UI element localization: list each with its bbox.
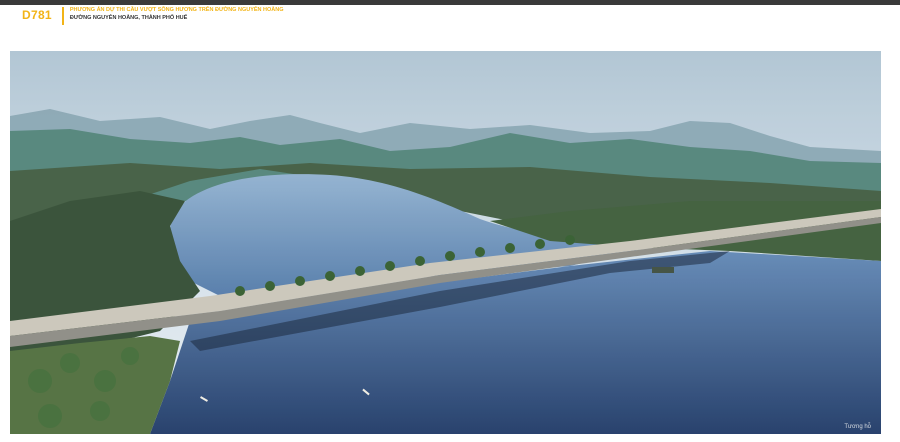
header-titles: PHƯƠNG ÁN DỰ THI CẦU VƯỢT SÔNG HƯƠNG TRÊ… xyxy=(70,7,284,23)
image-watermark: Tương hỗ xyxy=(844,424,871,430)
project-title: PHƯƠNG ÁN DỰ THI CẦU VƯỢT SÔNG HƯƠNG TRÊ… xyxy=(69,7,284,13)
page-header: D781 PHƯƠNG ÁN DỰ THI CẦU VƯỢT SÔNG HƯƠN… xyxy=(22,7,284,27)
project-code: D781 xyxy=(22,8,52,22)
top-bar xyxy=(0,0,900,5)
haze-overlay xyxy=(10,51,881,434)
header-divider xyxy=(61,7,64,25)
rendering-illustration xyxy=(10,51,881,434)
project-location: ĐƯỜNG NGUYỄN HOÀNG, THÀNH PHỐ HUẾ xyxy=(69,15,188,21)
bridge-rendering-image: Tương hỗ xyxy=(10,51,881,434)
